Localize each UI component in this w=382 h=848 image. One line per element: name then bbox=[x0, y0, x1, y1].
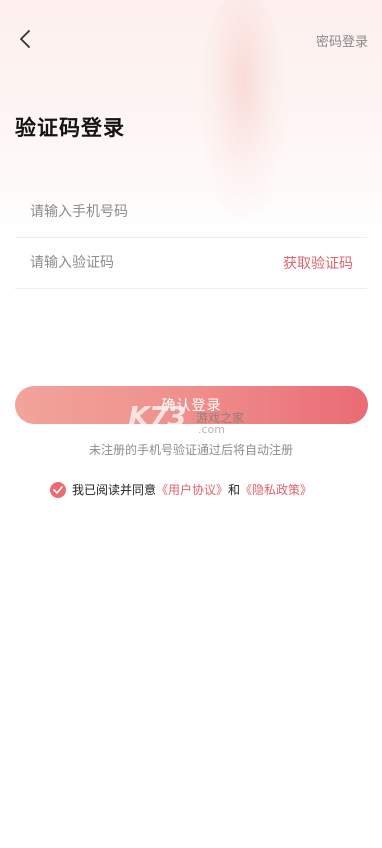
user-agreement-link[interactable]: 《用户协议》 bbox=[156, 481, 228, 498]
get-code-button[interactable]: 获取验证码 bbox=[283, 253, 353, 273]
agreement-row: 我已阅读并同意 《用户协议》 和 《隐私政策》 bbox=[50, 481, 312, 498]
privacy-policy-link[interactable]: 《隐私政策》 bbox=[240, 481, 312, 498]
checkmark-icon bbox=[53, 485, 63, 494]
password-login-link[interactable]: 密码登录 bbox=[316, 31, 368, 50]
agreement-prefix: 我已阅读并同意 bbox=[72, 483, 157, 497]
auto-register-hint: 未注册的手机号验证通过后将自动注册 bbox=[88, 443, 293, 457]
back-button[interactable] bbox=[12, 26, 38, 52]
agreement-checkbox[interactable] bbox=[50, 481, 66, 498]
code-field-row: 获取验证码 bbox=[15, 237, 367, 289]
phone-input[interactable] bbox=[15, 186, 245, 237]
login-page: 密码登录 验证码登录 获取验证码 确认登录 K73 游戏之家 .com 未注册的… bbox=[0, 0, 382, 848]
chevron-left-icon bbox=[20, 30, 30, 48]
verification-code-input[interactable] bbox=[15, 237, 245, 288]
phone-field-row bbox=[15, 186, 367, 238]
watermark-domain: .com bbox=[198, 423, 225, 436]
agreement-and: 和 bbox=[228, 483, 241, 497]
page-title: 验证码登录 bbox=[15, 116, 125, 140]
confirm-login-button[interactable]: 确认登录 bbox=[15, 386, 368, 424]
